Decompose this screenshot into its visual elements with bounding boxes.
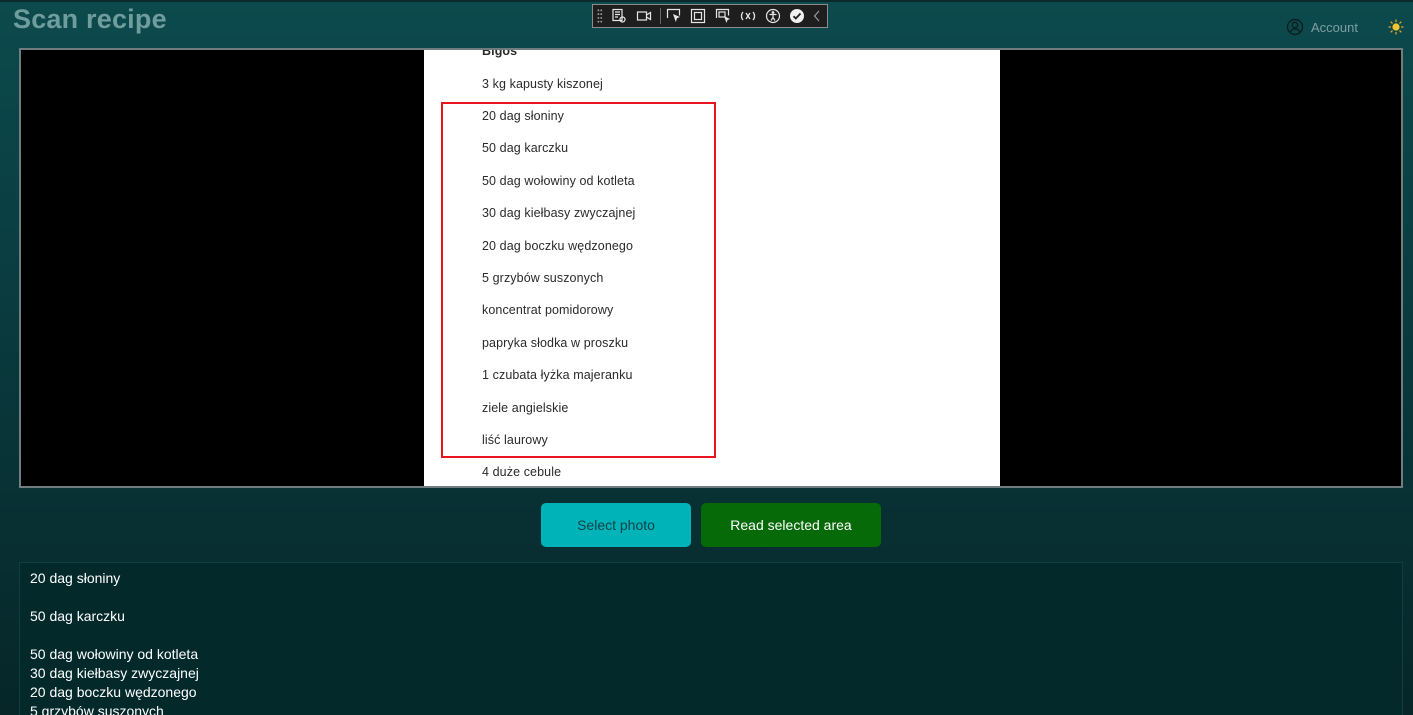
- select-photo-button[interactable]: Select photo: [541, 503, 691, 547]
- collapse-chevron-icon[interactable]: [812, 6, 823, 26]
- toolbar-separator: [660, 8, 662, 24]
- result-line: 50 dag wołowiny od kotleta: [30, 646, 199, 662]
- scan-recipe-window: Scan recipe Account Bigos 3 kg kapusty k…: [0, 0, 1413, 715]
- account-label: Account: [1311, 19, 1358, 35]
- display-layout-adorners-icon[interactable]: [688, 6, 709, 26]
- photo-viewer[interactable]: Bigos 3 kg kapusty kiszonej 20 dag słoni…: [19, 48, 1403, 488]
- live-visual-tree-icon[interactable]: [609, 6, 630, 26]
- sun-theme-icon[interactable]: [1388, 19, 1404, 35]
- select-element-icon[interactable]: [663, 6, 684, 26]
- result-line: [30, 588, 1392, 607]
- result-line: 50 dag karczku: [30, 608, 125, 624]
- binding-check-icon[interactable]: [787, 6, 808, 26]
- account-button[interactable]: Account: [1286, 17, 1358, 37]
- xaml-debug-toolbar: [592, 4, 828, 28]
- photo-text-line: 3 kg kapusty kiszonej: [482, 77, 603, 91]
- photo-text-line: 4 duże cebule: [482, 465, 562, 479]
- track-focus-icon[interactable]: [713, 6, 734, 26]
- read-selected-area-button[interactable]: Read selected area: [701, 503, 881, 547]
- photo-text-line: Bigos: [482, 50, 518, 58]
- toolbar-grip-icon[interactable]: [597, 8, 603, 24]
- result-line: 30 dag kiełbasy zwyczajnej: [30, 665, 199, 681]
- result-line: 5 grzybów suszonych: [30, 703, 164, 715]
- accessibility-icon[interactable]: [762, 6, 783, 26]
- result-line: [30, 626, 1392, 645]
- result-line: 20 dag słoniny: [30, 570, 121, 586]
- result-line: 20 dag boczku wędzonego: [30, 684, 197, 700]
- user-circle-icon: [1286, 18, 1304, 36]
- ocr-result-textbox[interactable]: 20 dag słoniny 50 dag karczku 50 dag woł…: [19, 562, 1403, 715]
- selection-rectangle[interactable]: [441, 102, 716, 458]
- record-icon[interactable]: [633, 6, 654, 26]
- page-title: Scan recipe: [13, 4, 167, 34]
- header: Scan recipe Account: [0, 0, 1413, 52]
- hot-reload-icon[interactable]: [737, 6, 758, 26]
